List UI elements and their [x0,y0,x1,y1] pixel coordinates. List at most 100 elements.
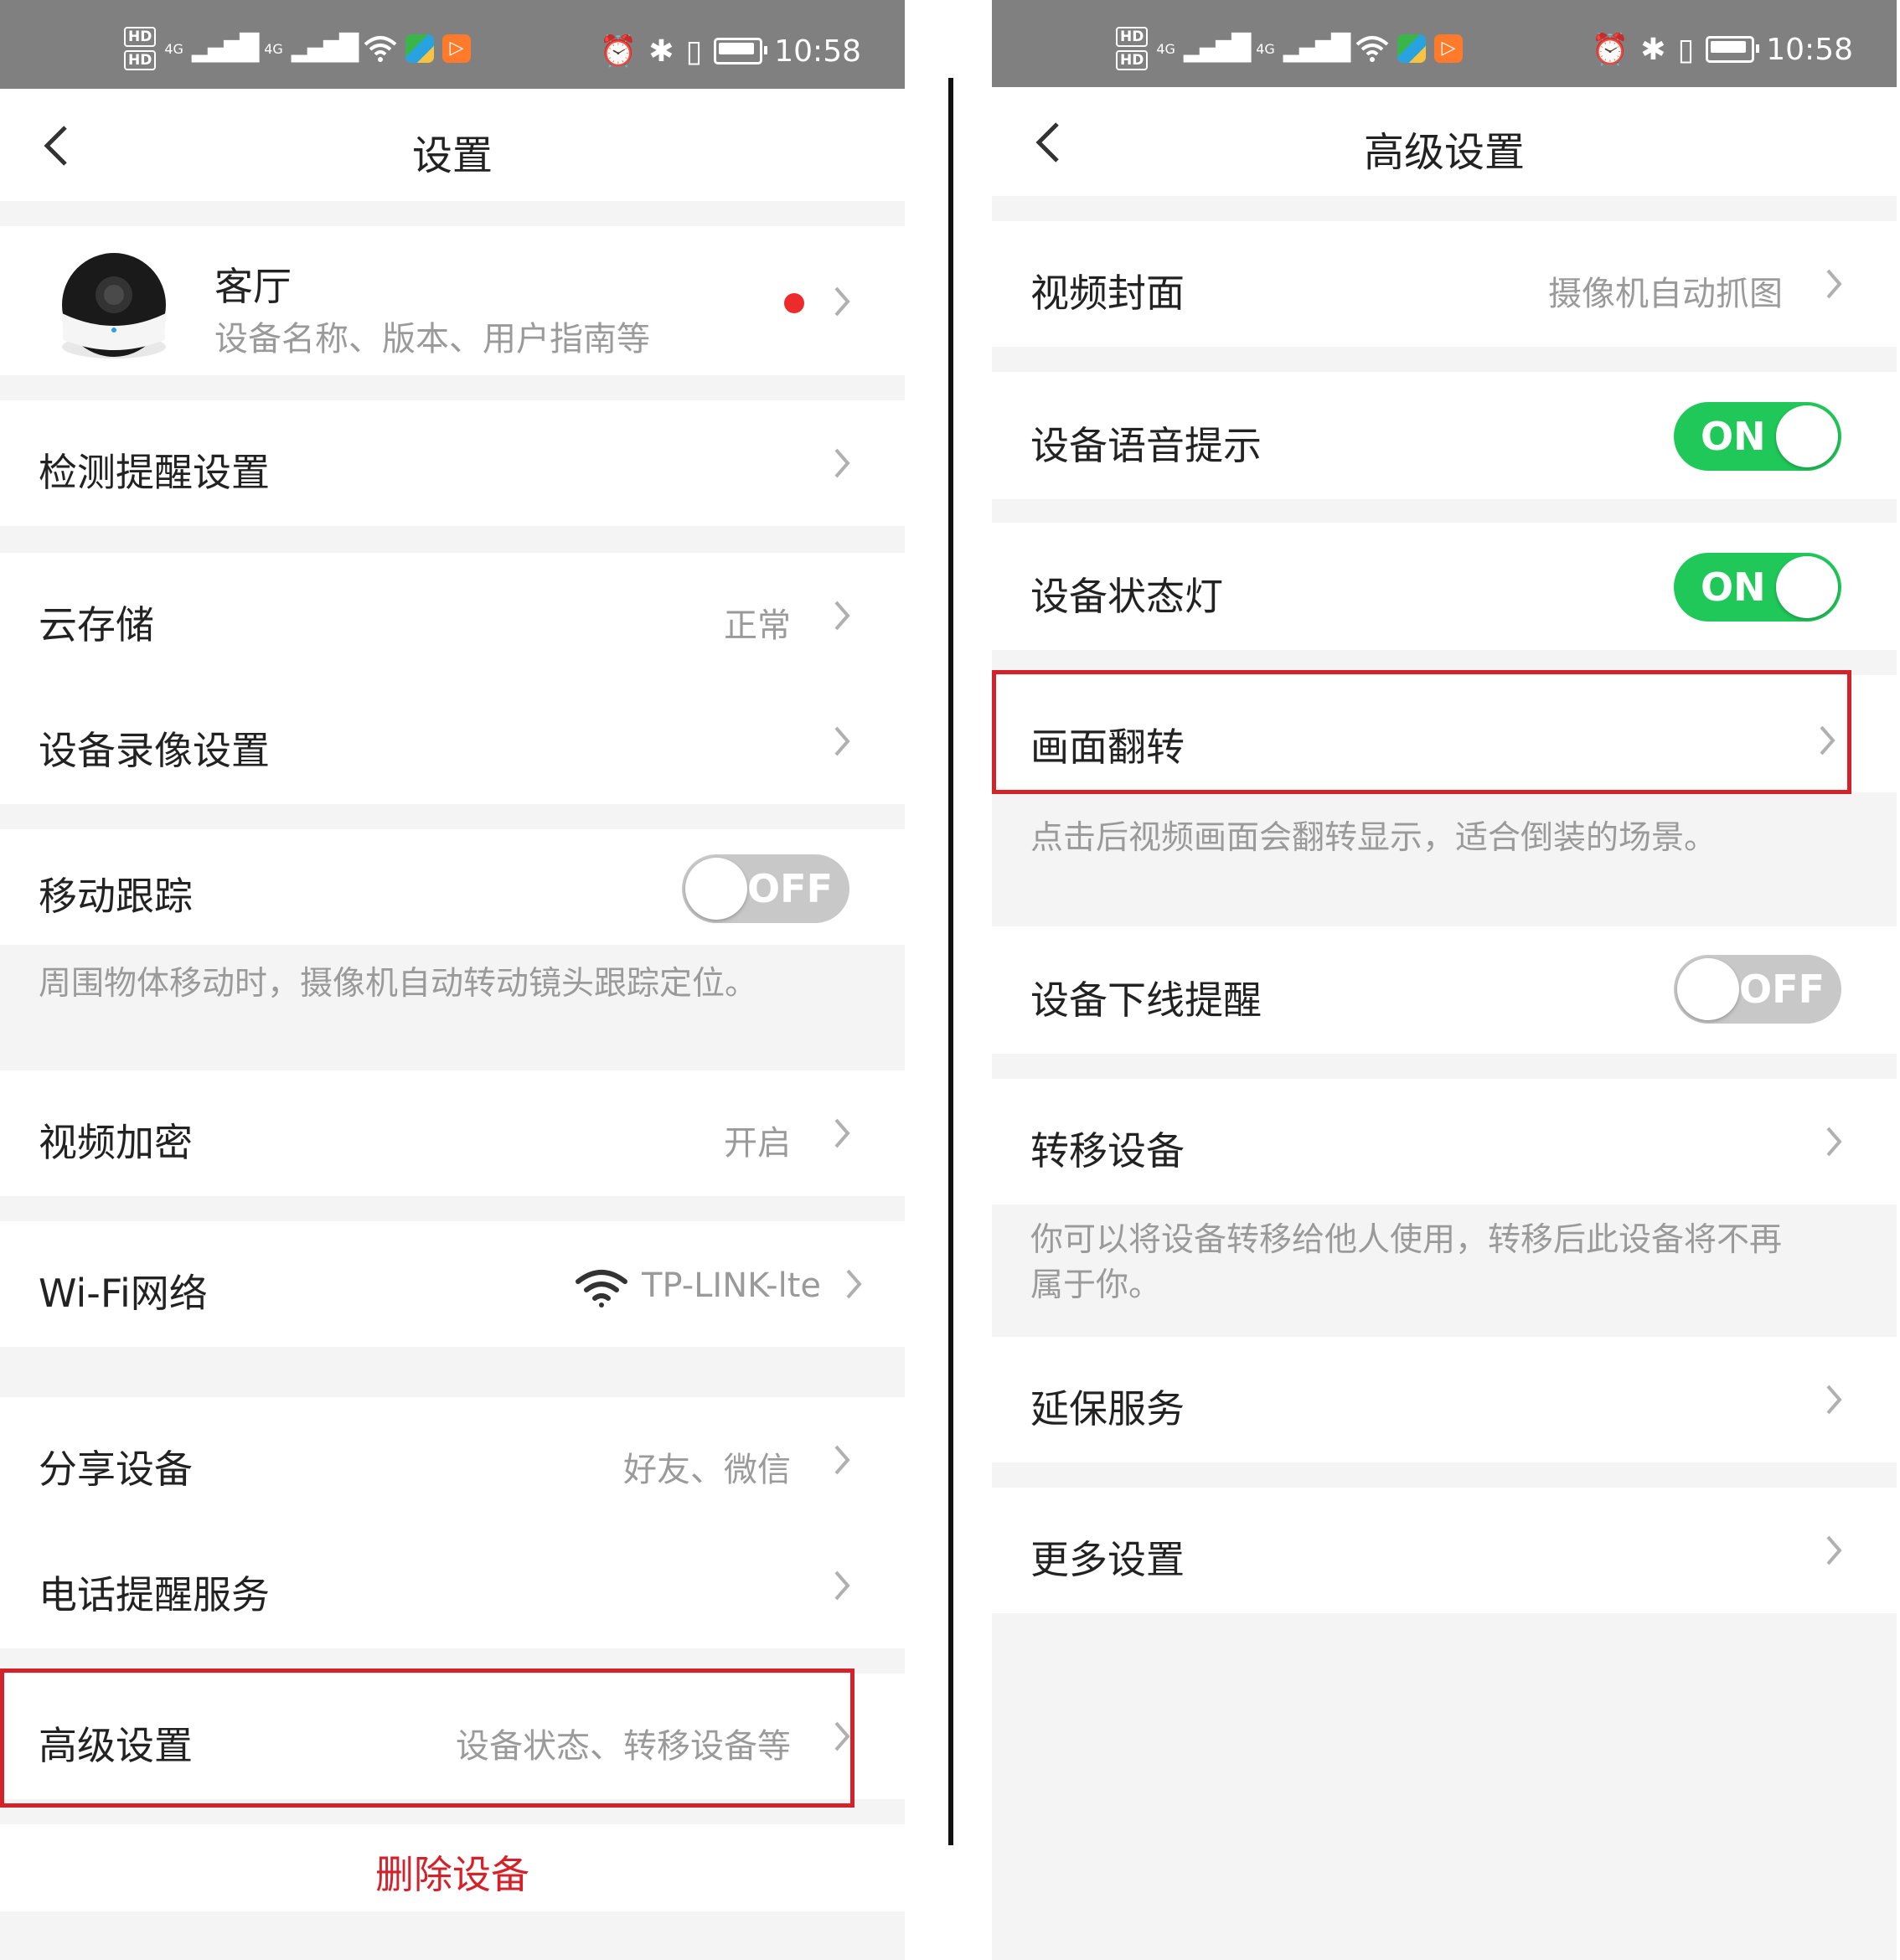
highlight-box [992,670,1851,794]
vibrate-icon: ▯ [685,34,703,69]
warranty-row[interactable]: 延保服务 [992,1337,1897,1462]
bluetooth-icon: ✱ [1640,32,1666,67]
page-title: 设置 [411,132,493,179]
row-label: 移动跟踪 [39,874,193,919]
status-light-toggle[interactable]: ON [1674,553,1841,622]
vibrate-icon: ▯ [1677,32,1695,67]
signal-icon: ▂▄▆█ [1283,34,1350,63]
update-badge [784,293,804,313]
share-device-label[interactable]: 分享设备 [39,1439,193,1494]
network-type: 4G [264,40,283,57]
signal-icon: ▂▄▆█ [191,34,259,63]
video-encryption-row[interactable]: 视频加密 开启 [0,1070,905,1196]
chevron-right-icon [833,599,851,632]
chevron-right-icon [833,725,851,758]
camera-thumbnail [62,253,166,358]
wifi-status-icon [364,36,397,62]
motion-tracking-hint: 周围物体移动时，摄像机自动转动镜头跟踪定位。 [39,965,758,1003]
wifi-ssid: TP-LINK-lte [642,1266,821,1305]
share-group: 分享设备 好友、微信 电话提醒服务 [0,1397,905,1648]
chevron-right-icon [833,285,851,318]
row-value: 开启 [724,1124,791,1163]
wifi-icon [576,1270,627,1308]
cloud-storage-label[interactable]: 云存储 [39,595,154,650]
toggle-state: ON [1701,565,1766,610]
alarm-icon: ⏰ [599,34,638,69]
video-app-icon: ▷ [1434,34,1464,63]
clock: 10:58 [774,34,861,69]
toggle-knob [685,858,747,920]
delete-device-row: 删除设备 [0,1824,905,1911]
delete-device-button[interactable]: 删除设备 [0,1844,905,1900]
signal-icon: ▂▄▆█ [1183,34,1251,63]
row-value: 摄像机自动抓图 [1548,275,1783,313]
device-name: 客厅 [214,264,292,309]
chevron-right-icon [1825,1125,1843,1158]
chevron-right-icon [833,1443,851,1477]
toggle-state: OFF [1739,967,1825,1012]
alarm-icon: ⏰ [1591,33,1629,67]
nav-bar: 高级设置 [992,87,1897,196]
highlight-box [0,1669,854,1808]
network-type: 4G [1156,40,1175,57]
row-label: 设备语音提示 [1030,423,1262,468]
app-notification-icon [1397,34,1427,63]
transfer-hint-line1: 你可以将设备转移给他人使用，转移后此设备将不再 [1030,1221,1783,1259]
toggle-state: ON [1701,414,1766,459]
motion-tracking-toggle[interactable]: OFF [682,854,849,923]
network-type: 4G [164,40,183,57]
status-bar: HD HD 4G ▂▄▆█ 4G ▂▄▆█ ▷ ⏰ ✱ ▯ 10:58 [992,0,1897,87]
row-label: 视频加密 [39,1120,193,1165]
device-subtitle: 设备名称、版本、用户指南等 [214,320,650,358]
app-notification-icon [405,34,435,63]
row-label: 更多设置 [1030,1537,1185,1582]
row-label: 检测提醒设置 [39,450,270,495]
settings-screen: HD HD 4G ▂▄▆█ 4G ▂▄▆█ ▷ ⏰ ✱ ▯ 10:58 设置 客… [0,0,905,1960]
video-app-icon: ▷ [442,34,472,63]
chevron-right-icon [844,1267,863,1301]
voice-prompt-toggle[interactable]: ON [1674,402,1841,471]
offline-alert-row: 设备下线提醒 OFF [992,926,1897,1054]
recording-settings-label[interactable]: 设备录像设置 [39,720,270,776]
clock: 10:58 [1766,32,1853,67]
chevron-right-icon [1825,267,1843,301]
phone-alert-label[interactable]: 电话提醒服务 [39,1565,270,1620]
row-label: Wi-Fi网络 [39,1271,208,1316]
bluetooth-icon: ✱ [648,34,674,69]
chevron-right-icon [833,1117,851,1150]
hd-label: HD [1116,27,1149,47]
chevron-right-icon [833,1569,851,1602]
wifi-status-icon [1355,36,1389,62]
hd-indicator: HD HD [124,27,157,70]
hd-label: HD [124,50,157,70]
toggle-knob [1677,958,1739,1020]
transfer-device-row[interactable]: 转移设备 [992,1079,1897,1204]
row-label: 设备下线提醒 [1030,977,1262,1023]
row-label: 设备状态灯 [1030,574,1223,619]
status-bar: HD HD 4G ▂▄▆█ 4G ▂▄▆█ ▷ ⏰ ✱ ▯ 10:58 [0,0,905,89]
page-title: 高级设置 [1363,129,1525,176]
video-cover-row[interactable]: 视频封面 摄像机自动抓图 [992,221,1897,347]
divider [948,78,953,1845]
wifi-network-row[interactable]: Wi-Fi网络 TP-LINK-lte [0,1221,905,1347]
offline-alert-toggle[interactable]: OFF [1674,955,1841,1024]
chevron-right-icon [1825,1383,1843,1416]
detection-settings-row[interactable]: 检测提醒设置 [0,400,905,526]
toggle-knob [1776,405,1838,467]
row-label: 转移设备 [1030,1128,1185,1173]
share-device-value: 好友、微信 [623,1451,791,1489]
chevron-right-icon [833,446,851,480]
status-light-row: 设备状态灯 ON [992,523,1897,650]
transfer-hint-line2: 属于你。 [1030,1266,1162,1304]
signal-icon: ▂▄▆█ [291,34,359,63]
cloud-storage-value: 正常 [724,606,791,645]
storage-group: 云存储 正常 设备录像设置 [0,553,905,804]
voice-prompt-row: 设备语音提示 ON [992,372,1897,499]
more-settings-row[interactable]: 更多设置 [992,1488,1897,1613]
motion-tracking-row: 移动跟踪 OFF [0,829,905,945]
toggle-knob [1776,556,1838,618]
battery-icon [1706,36,1760,63]
toggle-state: OFF [747,866,833,911]
network-type: 4G [1256,40,1275,57]
row-label: 延保服务 [1030,1386,1185,1431]
